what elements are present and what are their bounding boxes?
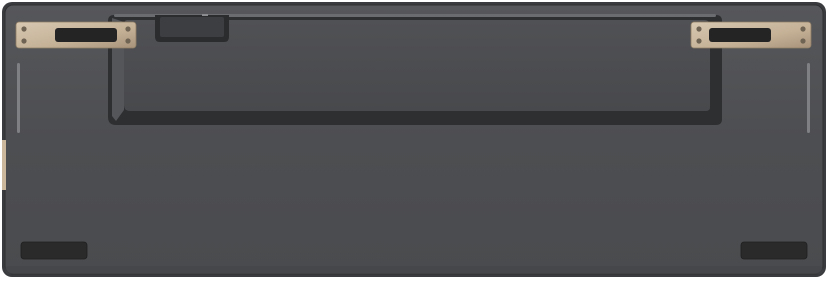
right-hinge-screw [696,26,702,32]
right-hinge-slot [709,28,771,42]
right-hinge-screw [800,26,806,32]
left-hinge-screw [125,26,131,32]
keyboard-underside-illustration [2,2,826,277]
left-side-accent [2,140,6,190]
keyboard-underside-photo [0,0,828,279]
left-hinge-slot [55,28,117,42]
left-rubber-foot [20,241,88,260]
left-hinge-screw [21,38,27,44]
left-side-groove [17,63,20,133]
center-notch-inner [160,17,224,37]
bottom-edge-shade [5,266,823,274]
center-notch-dot [202,14,208,16]
right-side-groove [807,63,810,133]
left-hinge-screw [125,38,131,44]
right-hinge-screw [696,38,702,44]
left-hinge-screw [21,26,27,32]
right-hinge-screw [800,38,806,44]
left-hinge [15,21,137,49]
right-rubber-foot [740,241,808,260]
right-hinge [690,21,812,49]
